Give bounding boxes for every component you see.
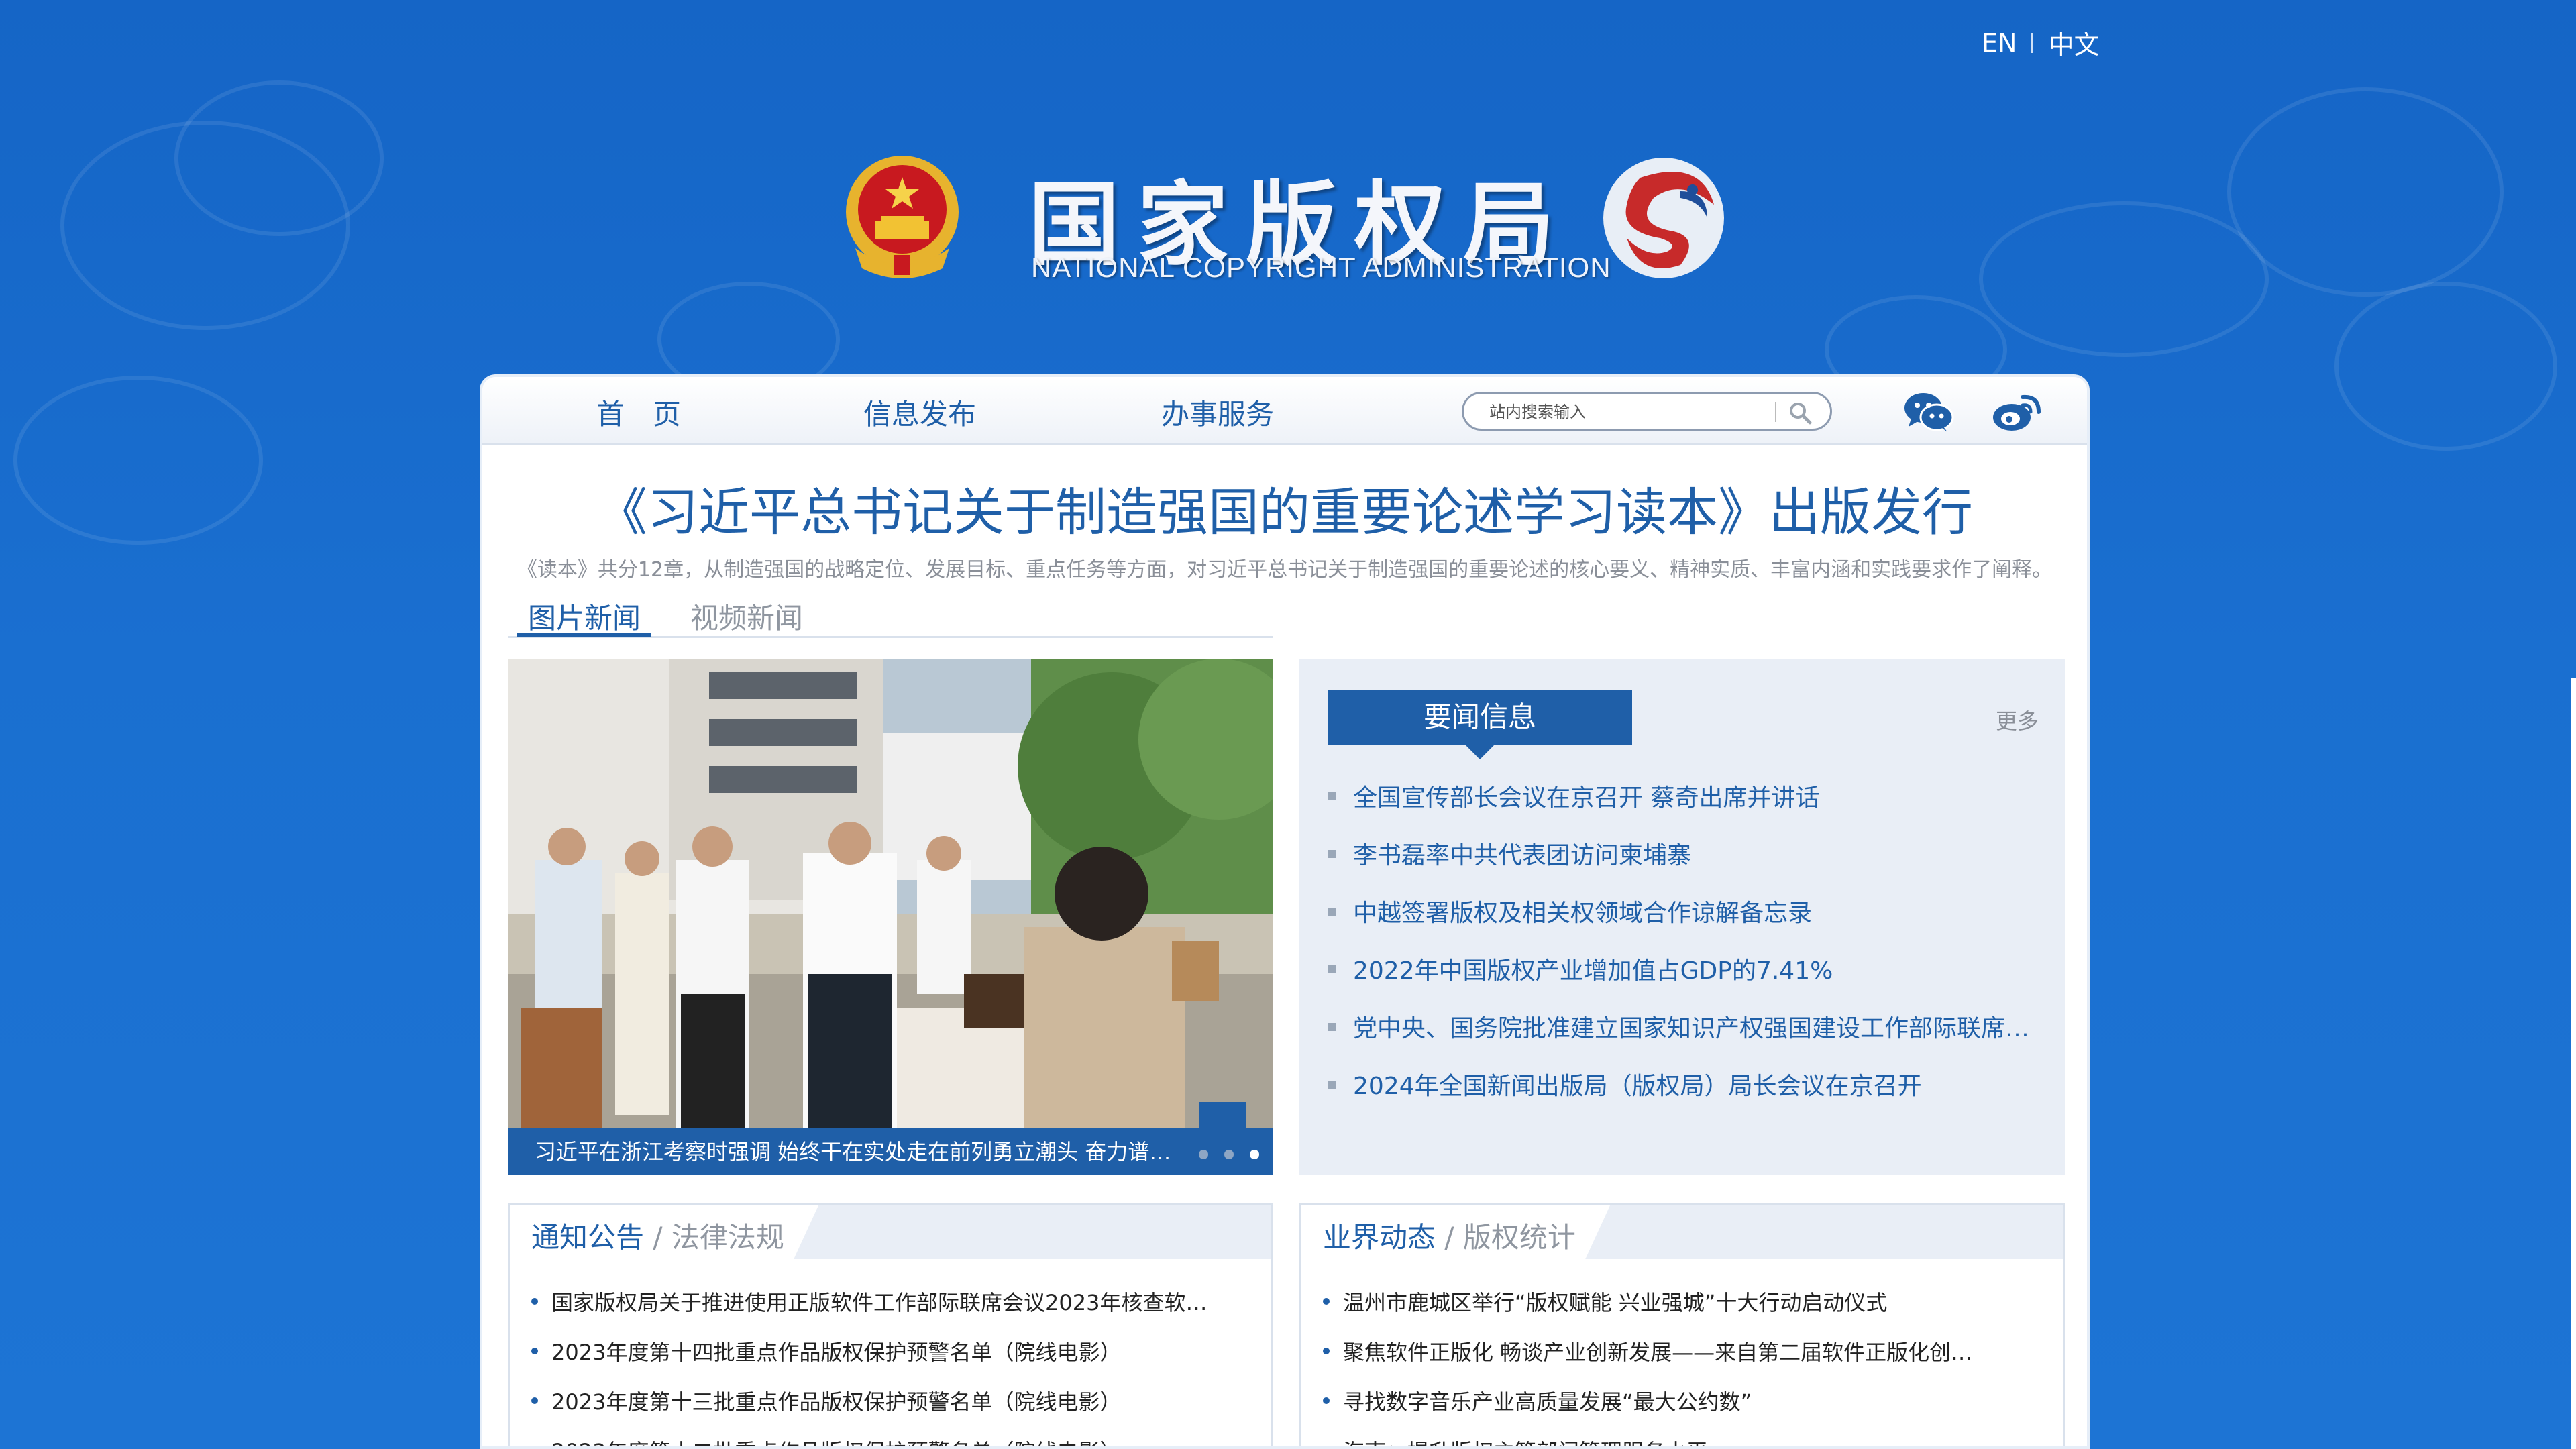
- carousel-dot-3[interactable]: [1250, 1150, 1259, 1159]
- news-item[interactable]: 党中央、国务院批准建立国家知识产权强国建设工作部际联席…: [1328, 1009, 2029, 1067]
- list-item[interactable]: 海南：提升版权主管部门管理服务水平: [1323, 1435, 1972, 1446]
- tab-notices: 通知公告 / 法律法规: [531, 1221, 784, 1254]
- carousel-dot-2[interactable]: [1224, 1150, 1234, 1159]
- headline-title[interactable]: 《习近平总书记关于制造强国的重要论述学习读本》出版发行: [482, 471, 2087, 545]
- list-item[interactable]: 聚焦软件正版化 畅谈产业创新发展——来自第二届软件正版化创…: [1323, 1336, 1972, 1385]
- headline-summary: 《读本》共分12章，从制造强国的战略定位、发展目标、重点任务等方面，对习近平总书…: [517, 558, 2053, 582]
- weibo-icon[interactable]: [1992, 390, 2043, 433]
- news-item[interactable]: 李书磊率中共代表团访问柬埔寨: [1328, 836, 2029, 894]
- carousel-dot-1[interactable]: [1199, 1150, 1208, 1159]
- news-item[interactable]: 中越签署版权及相关权领域合作谅解备忘录: [1328, 894, 2029, 951]
- tab-industry-label[interactable]: 业界动态: [1323, 1221, 1436, 1254]
- list-item[interactable]: 2023年度第十三批重点作品版权保护预警名单（院线电影）: [531, 1385, 1207, 1435]
- tab-video-news[interactable]: 视频新闻: [680, 596, 814, 637]
- wechat-icon[interactable]: [1903, 390, 1954, 433]
- main-panel: 首 页 信息发布 办事服务 《习近平总书记关于制造强国的重要论述学: [480, 374, 2090, 1449]
- notice-list: 国家版权局关于推进使用正版软件工作部际联席会议2023年核查软… 2023年度第…: [531, 1286, 1207, 1446]
- search-input[interactable]: [1488, 399, 1759, 425]
- tab-industry: 业界动态 / 版权统计: [1323, 1221, 1576, 1254]
- list-item[interactable]: 国家版权局关于推进使用正版软件工作部际联席会议2023年核查软…: [531, 1286, 1207, 1336]
- news-photo: [508, 659, 1273, 1175]
- key-news-list: 全国宣传部长会议在京召开 蔡奇出席并讲话 李书磊率中共代表团访问柬埔寨 中越签署…: [1328, 778, 2029, 1124]
- tab-statistics[interactable]: 版权统计: [1463, 1221, 1576, 1254]
- industry-section: 业界动态 / 版权统计 温州市鹿城区举行“版权赋能 兴业强城”十大行动启动仪式 …: [1299, 1203, 2065, 1446]
- nav-services[interactable]: 办事服务: [1161, 392, 1274, 433]
- lang-divider: [2031, 32, 2034, 53]
- list-item[interactable]: 温州市鹿城区举行“版权赋能 兴业强城”十大行动启动仪式: [1323, 1286, 1972, 1336]
- list-item[interactable]: 寻找数字音乐产业高质量发展“最大公约数”: [1323, 1385, 1972, 1435]
- more-link[interactable]: 更多: [1996, 704, 2039, 735]
- list-item[interactable]: 2023年度第十二批重点作品版权保护预警名单（院线电影）: [531, 1435, 1207, 1446]
- copyright-logo-icon: [1603, 158, 1724, 278]
- key-news-header: 要闻信息: [1328, 690, 1632, 759]
- news-item[interactable]: 2022年中国版权产业增加值占GDP的7.41%: [1328, 951, 2029, 1009]
- notice-section: 通知公告 / 法律法规 国家版权局关于推进使用正版软件工作部际联席会议2023年…: [508, 1203, 1273, 1446]
- list-item[interactable]: 2023年度第十四批重点作品版权保护预警名单（院线电影）: [531, 1336, 1207, 1385]
- main-nav: 首 页 信息发布 办事服务: [482, 377, 2087, 445]
- photo-caption[interactable]: 习近平在浙江考察时强调 始终干在实处走在前列勇立潮头 奋力谱…: [508, 1128, 1273, 1175]
- carousel-dots: [1199, 1150, 1259, 1159]
- site-search: [1462, 392, 1832, 431]
- site-header: 国家版权局 NATIONAL COPYRIGHT ADMINISTRATION: [842, 144, 1727, 299]
- lang-en-link[interactable]: EN: [1982, 28, 2017, 58]
- site-subtitle: NATIONAL COPYRIGHT ADMINISTRATION: [1031, 252, 1611, 283]
- national-emblem-icon: [846, 156, 959, 278]
- news-item[interactable]: 全国宣传部长会议在京召开 蔡奇出席并讲话: [1328, 778, 2029, 836]
- key-news-panel: 要闻信息 更多 全国宣传部长会议在京召开 蔡奇出席并讲话 李书磊率中共代表团访问…: [1299, 659, 2065, 1175]
- news-item[interactable]: 2024年全国新闻出版局（版权局）局长会议在京召开: [1328, 1067, 2029, 1124]
- lang-zh-link[interactable]: 中文: [2048, 24, 2099, 61]
- tab-photo-news[interactable]: 图片新闻: [517, 596, 652, 637]
- page-scrollbar[interactable]: [2571, 678, 2576, 1449]
- tab-laws[interactable]: 法律法规: [672, 1221, 784, 1254]
- search-divider: [1775, 402, 1776, 422]
- search-icon[interactable]: [1787, 400, 1814, 427]
- tab-notices-label[interactable]: 通知公告: [531, 1221, 644, 1254]
- media-tabs: 图片新闻 视频新闻: [508, 596, 1273, 638]
- nav-info-release[interactable]: 信息发布: [863, 392, 976, 433]
- industry-list: 温州市鹿城区举行“版权赋能 兴业强城”十大行动启动仪式 聚焦软件正版化 畅谈产业…: [1323, 1286, 1972, 1446]
- language-switcher: EN 中文: [1982, 24, 2099, 61]
- photo-carousel[interactable]: 习近平在浙江考察时强调 始终干在实处走在前列勇立潮头 奋力谱…: [508, 659, 1273, 1175]
- nav-home[interactable]: 首 页: [596, 392, 681, 433]
